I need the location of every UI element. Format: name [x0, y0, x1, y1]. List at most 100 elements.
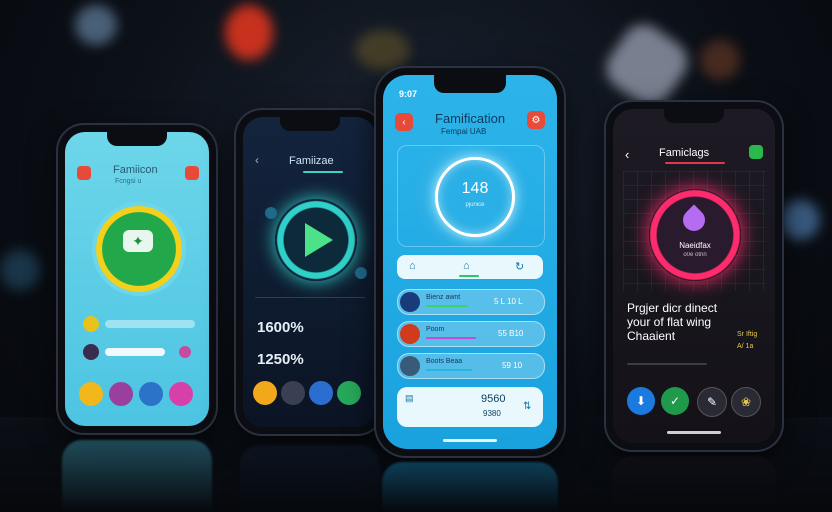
- phone-4: ‹ Famiclags Naeidfax o0e otnn Prgjer dic…: [606, 102, 782, 450]
- app-subtitle: Fempai UAB: [441, 127, 487, 136]
- card-arrow-icon[interactable]: ⇅: [523, 401, 531, 412]
- back-arrow-icon[interactable]: ‹: [255, 153, 259, 167]
- satellite-icon-1: [265, 207, 277, 219]
- status-time: 9:07: [399, 89, 418, 99]
- phone-4-notch: [664, 109, 724, 123]
- list-bar-2: [105, 348, 165, 356]
- ring-label: Naeidfax: [679, 241, 711, 250]
- app-title: Famiicon: [113, 164, 158, 176]
- satellite-icon-2: [355, 267, 367, 279]
- list-label: Bienz awnt: [426, 294, 461, 301]
- profile-icon[interactable]: [185, 166, 199, 180]
- segment-trend-icon[interactable]: ⌂: [463, 260, 470, 272]
- bokeh-light-white: [598, 16, 696, 114]
- pink-ring: Naeidfax o0e otnn: [649, 189, 741, 281]
- phone-3: 9:07 ‹ ⚙ Famification Fempai UAB 148 pju…: [376, 68, 564, 456]
- list-progress: [426, 337, 476, 339]
- tab-icon-4[interactable]: [337, 381, 361, 405]
- side-text-2: A/ 1a: [737, 343, 754, 350]
- list-dot-icon: [179, 346, 191, 358]
- ring-caption: pjunice: [465, 202, 485, 208]
- tab-icon-home[interactable]: [79, 382, 103, 406]
- home-indicator: [667, 431, 721, 434]
- phone-3-screen: 9:07 ‹ ⚙ Famification Fempai UAB 148 pju…: [383, 75, 557, 449]
- tab-icon-3[interactable]: [309, 381, 333, 405]
- stat-value-2: 1250%: [257, 351, 304, 368]
- app-title: Famiclags: [659, 147, 710, 159]
- ring-value: 148: [461, 180, 489, 197]
- bokeh-light-teal: [0, 250, 40, 290]
- list-item-1[interactable]: Bienz awnt 5 L 10 L: [397, 289, 545, 315]
- phone-1-screen: Famiicon Fcngsi u ✦: [65, 132, 209, 426]
- value-ring: 148 pjunice: [435, 157, 515, 237]
- bokeh-light-red: [225, 5, 273, 60]
- phone-3-notch: [434, 75, 506, 93]
- back-arrow-icon[interactable]: ‹: [625, 147, 629, 162]
- card-subvalue: 9380: [483, 409, 501, 418]
- list-label: Poom: [426, 326, 445, 333]
- list-icon-1: [83, 316, 99, 332]
- app-title: Famiizae: [289, 155, 334, 167]
- list-bar-1: [105, 320, 195, 328]
- segment-bar: ⌂ ⌂ ↻: [397, 255, 543, 279]
- title-underline: [665, 162, 725, 164]
- segment-home-icon[interactable]: ⌂: [409, 260, 416, 272]
- ring-sublabel: o0e otnn: [683, 252, 707, 258]
- list-label: Boots Beaa: [426, 358, 463, 365]
- tab-icon-search[interactable]: [139, 382, 163, 406]
- edit-button[interactable]: ✎: [697, 387, 727, 417]
- phone-2-reflection: [240, 445, 380, 512]
- settings-icon[interactable]: ⚙: [527, 111, 545, 129]
- title-underline: [303, 171, 343, 173]
- phone-4-reflection: [612, 456, 776, 512]
- back-icon[interactable]: ‹: [395, 113, 413, 131]
- list-value: 55 B10: [498, 329, 524, 338]
- play-ring: [275, 199, 357, 281]
- app-subtitle: Fcngsi u: [115, 178, 142, 185]
- location-button[interactable]: ⬇: [627, 387, 655, 415]
- list-value: 5 L 10 L: [494, 297, 523, 306]
- side-text-1: Sr Iftig: [737, 331, 758, 338]
- menu-icon[interactable]: [77, 166, 91, 180]
- list-value: 59 10: [502, 361, 523, 370]
- app-title: Famification: [435, 111, 506, 126]
- list-progress: [426, 305, 468, 307]
- list-progress: [426, 369, 472, 371]
- list-item-3[interactable]: Boots Beaa 59 10: [397, 353, 545, 379]
- phone-1-notch: [107, 132, 167, 146]
- progress-ring: ✦: [92, 202, 186, 296]
- tab-icon-1[interactable]: [253, 381, 277, 405]
- card-icon: ▤: [405, 393, 414, 403]
- phone-2-notch: [279, 117, 340, 131]
- ring-center-icon: ✦: [123, 230, 153, 252]
- bokeh-light-blue: [75, 5, 117, 45]
- bokeh-light-amber: [355, 30, 410, 70]
- confirm-button[interactable]: ✓: [661, 387, 689, 415]
- segment-active-indicator: [459, 275, 479, 277]
- phone-1: Famiicon Fcngsi u ✦: [58, 125, 216, 433]
- droplet-icon: [678, 204, 710, 236]
- tab-icon-profile[interactable]: [169, 382, 193, 406]
- stat-value-1: 1600%: [257, 319, 304, 336]
- tab-icon-2[interactable]: [281, 381, 305, 405]
- list-item-2[interactable]: Poom 55 B10: [397, 321, 545, 347]
- phone-2-screen: ‹ Famiizae 1600% 1250%: [243, 117, 376, 427]
- card-value: 9560: [481, 393, 506, 405]
- summary-card[interactable]: ▤ 9560 9380 ⇅: [397, 387, 543, 427]
- list-icon-2: [83, 344, 99, 360]
- divider: [255, 297, 365, 298]
- segment-refresh-icon[interactable]: ↻: [515, 260, 524, 273]
- tab-icon-chat[interactable]: [109, 382, 133, 406]
- phone-2: ‹ Famiizae 1600% 1250%: [236, 110, 383, 434]
- headline: Prgjer dicr dinect your of flat wing Cha…: [627, 301, 718, 343]
- phone-3-reflection: [382, 462, 558, 512]
- meta-line: [627, 363, 707, 365]
- home-indicator: [443, 439, 497, 442]
- play-icon[interactable]: [305, 223, 333, 257]
- avatar: [400, 356, 420, 376]
- bokeh-light-orange: [700, 40, 740, 80]
- avatar: [400, 292, 420, 312]
- award-button[interactable]: ❀: [731, 387, 761, 417]
- bokeh-light-cyan: [780, 200, 820, 240]
- action-icon[interactable]: [749, 145, 763, 159]
